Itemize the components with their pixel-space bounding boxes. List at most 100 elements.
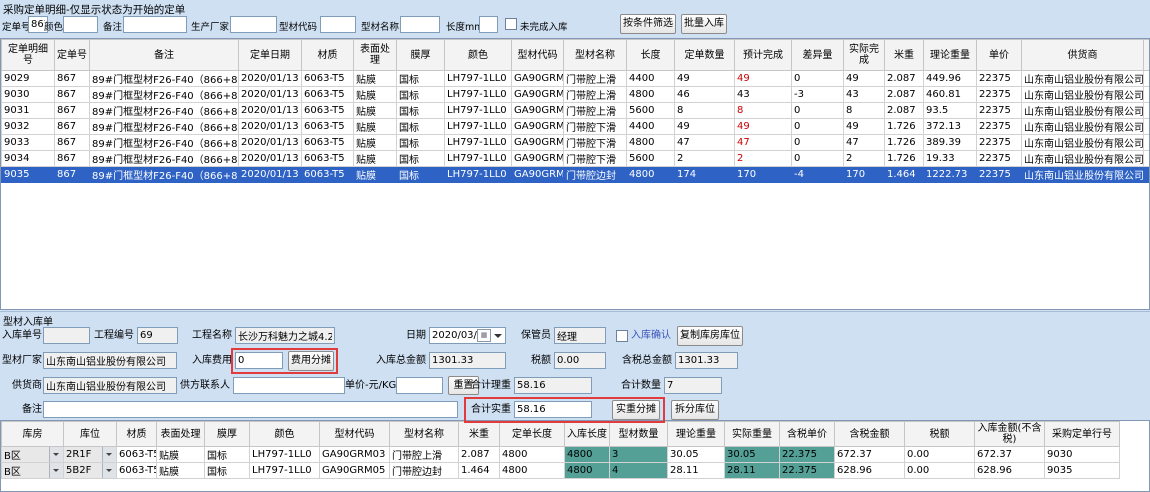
date-field[interactable]: 2020/03/31 ▦ [429,327,506,344]
batch-inbound-button[interactable]: 批量入库 [681,14,727,34]
supplier-field[interactable] [43,377,177,394]
table-row[interactable]: 903286789#门框型材F26-F40（866+867）2020/01/13… [2,119,1150,135]
cell: 49 [735,71,792,87]
profile-name-filter-input[interactable] [400,16,440,33]
total-amount-field[interactable] [429,352,506,369]
cell: 22375 [977,103,1022,119]
note-field[interactable] [43,401,458,418]
table-row[interactable]: 903186789#门框型材F26-F40（866+867）2020/01/13… [2,103,1150,119]
column-header[interactable]: 定单号 [55,40,90,71]
column-header[interactable]: 预计完成 [735,40,792,71]
column-header[interactable]: 差异量 [792,40,844,71]
project-name-field[interactable] [235,327,335,344]
column-header[interactable]: 型材代码 [512,40,564,71]
table-row[interactable]: 903086789#门框型材F26-F40（866+867）2020/01/13… [2,87,1150,103]
column-header[interactable]: 颜色 [445,40,512,71]
total-theory-weight-field[interactable] [514,377,592,394]
supplier-contact-field[interactable] [233,377,345,394]
column-header[interactable]: 采购定单行号 [1045,422,1120,447]
column-header[interactable]: 理论重量 [668,422,725,447]
cell: 9031 [2,103,55,119]
split-bin-button[interactable]: 拆分库位 [671,400,719,420]
manufacturer-filter-label: 生产厂家 [191,19,229,33]
column-header[interactable]: 定单长度 [500,422,565,447]
cell: 门带腔边封 [390,463,459,479]
column-header[interactable]: 税额 [905,422,975,447]
column-header[interactable]: 库房 [2,422,64,447]
color-filter-input[interactable] [63,16,98,33]
inbound-confirm-checkbox[interactable] [616,330,628,342]
table-row[interactable]: 903586789#门框型材F26-F40（866+867）2020/01/13… [2,167,1150,183]
copy-warehouse-bin-button[interactable]: 复制库房库位 [677,326,743,346]
column-header[interactable]: 备注 [90,40,239,71]
column-header[interactable]: 表面处理 [354,40,397,71]
column-header[interactable]: 含税金额 [835,422,905,447]
table-row[interactable]: B区5B2F6063-T5贴膜国标LH797-1LL0GA90GRM05门带腔边… [2,463,1120,479]
tax-field[interactable] [554,352,606,369]
unfinished-inbound-checkbox[interactable] [505,18,517,30]
column-header[interactable]: 型材名称 [390,422,459,447]
column-header[interactable]: 库位 [64,422,117,447]
table-row[interactable]: B区2R1F6063-T5贴膜国标LH797-1LL0GA90GRM03门带腔上… [2,447,1120,463]
project-no-field[interactable] [137,327,178,344]
unit-price-label: 单价-元/KG [345,377,393,394]
column-header[interactable]: 单价 [977,40,1022,71]
column-header[interactable] [1144,40,1150,71]
profile-code-filter-input[interactable] [320,16,356,33]
column-header[interactable]: 膜厚 [397,40,445,71]
column-header[interactable]: 米重 [459,422,500,447]
inbound-confirm-label: 入库确认 [631,327,676,344]
table-row[interactable]: 903386789#门框型材F26-F40（866+867）2020/01/13… [2,135,1150,151]
column-header[interactable]: 颜色 [250,422,320,447]
column-header[interactable]: 型材数量 [610,422,668,447]
inbound-no-field[interactable] [43,327,90,344]
column-header[interactable]: 定单数量 [675,40,735,71]
bin-select[interactable]: 2R1F [64,447,117,463]
column-header[interactable]: 型材代码 [320,422,390,447]
warehouse-select[interactable]: B区 [2,447,64,463]
column-header[interactable]: 型材名称 [564,40,627,71]
column-header[interactable]: 定单日期 [239,40,302,71]
column-header[interactable]: 含税单价 [780,422,835,447]
column-header[interactable]: 入库金额(不含税) [975,422,1045,447]
bin-select[interactable]: 5B2F [64,463,117,479]
column-header[interactable]: 长度 [627,40,675,71]
manufacturer-filter-input[interactable] [230,16,277,33]
unit-price-field[interactable] [396,377,443,394]
column-header[interactable]: 膜厚 [205,422,250,447]
cell: 4 [610,463,668,479]
cell: GA90GRM04 [512,135,564,151]
column-header[interactable]: 供货商 [1022,40,1144,71]
chevron-down-icon [494,334,502,342]
cell: GA90GRM03 [320,447,390,463]
total-with-tax-field[interactable] [675,352,738,369]
filter-by-condition-button[interactable]: 按条件筛选 [620,14,676,34]
column-header[interactable]: 表面处理 [157,422,205,447]
table-row[interactable]: 902986789#门框型材F26-F40（866+867）2020/01/13… [2,71,1150,87]
cell: 1222.73 [924,167,977,183]
tax-label: 税额 [520,352,551,369]
cell: LH797-1LL0 [445,167,512,183]
total-qty-field[interactable] [664,377,722,394]
remark-filter-input[interactable] [123,16,187,33]
length-filter-input[interactable] [479,16,498,33]
column-header[interactable]: 入库长度 [565,422,610,447]
column-header[interactable]: 材质 [117,422,157,447]
cell: 6063-T5 [117,447,157,463]
column-header[interactable]: 实际重量 [725,422,780,447]
fee-allocate-button[interactable]: 费用分摊 [288,351,334,371]
inbound-fee-field[interactable] [235,352,283,369]
column-header[interactable]: 定单明细号 [2,40,55,71]
actual-weight-allocate-button[interactable]: 实重分摊 [612,400,660,420]
column-header[interactable]: 实际完成 [844,40,885,71]
table-row[interactable]: 903486789#门框型材F26-F40（866+867）2020/01/13… [2,151,1150,167]
column-header[interactable]: 米重 [885,40,924,71]
keeper-field[interactable] [554,327,606,344]
cell: 1.464 [459,463,500,479]
warehouse-select[interactable]: B区 [2,463,64,479]
column-header[interactable]: 材质 [302,40,354,71]
factory-field[interactable] [43,352,177,369]
column-header[interactable]: 理论重量 [924,40,977,71]
cell [1144,167,1150,183]
total-actual-weight-field[interactable] [514,401,592,418]
